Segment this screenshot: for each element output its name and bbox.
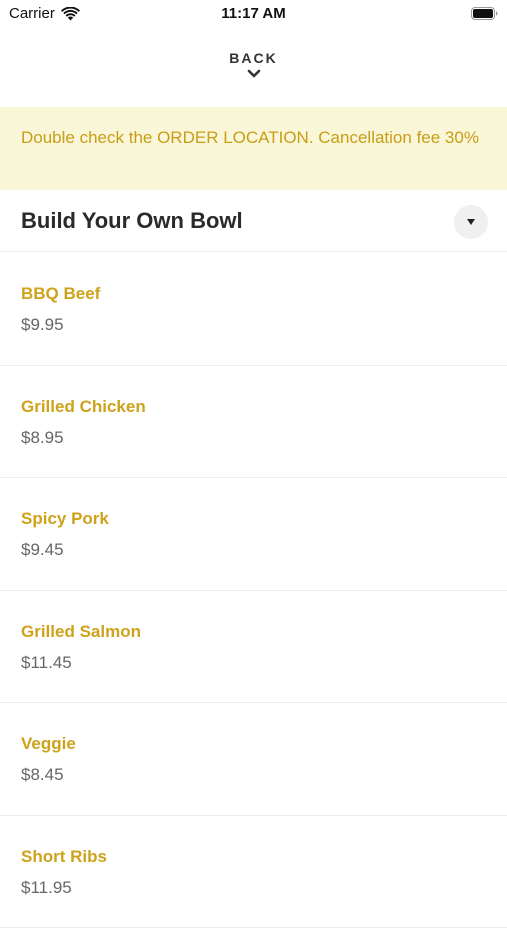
menu-item[interactable]: BBQ Beef $9.95: [0, 253, 507, 366]
menu-item[interactable]: Short Ribs $11.95: [0, 816, 507, 928]
back-label: BACK: [0, 50, 507, 66]
menu-item-price: $9.95: [21, 315, 486, 335]
menu-item-name: BBQ Beef: [21, 284, 486, 304]
caret-down-icon: [467, 219, 475, 225]
back-button[interactable]: BACK: [0, 48, 507, 92]
menu-item-name: Veggie: [21, 734, 486, 754]
notice-text: Double check the ORDER LOCATION. Cancell…: [21, 128, 479, 147]
menu-item-price: $11.95: [21, 878, 486, 898]
category-dropdown-button[interactable]: [454, 205, 488, 239]
menu-item[interactable]: Veggie $8.45: [0, 703, 507, 816]
status-bar: Carrier 11:17 AM: [0, 0, 507, 30]
menu-item-name: Grilled Salmon: [21, 622, 486, 642]
status-time: 11:17 AM: [0, 5, 507, 22]
menu-item-price: $9.45: [21, 540, 486, 560]
menu-item[interactable]: Grilled Chicken $8.95: [0, 366, 507, 479]
battery-icon: [471, 7, 498, 20]
menu-item[interactable]: Grilled Salmon $11.45: [0, 591, 507, 704]
notice-banner: Double check the ORDER LOCATION. Cancell…: [0, 107, 507, 190]
category-header: Build Your Own Bowl: [0, 190, 507, 252]
menu-item-name: Spicy Pork: [21, 509, 486, 529]
menu-item-name: Short Ribs: [21, 847, 486, 867]
menu-item-price: $8.45: [21, 765, 486, 785]
menu-item-price: $11.45: [21, 653, 486, 673]
menu-item-list: BBQ Beef $9.95 Grilled Chicken $8.95 Spi…: [0, 253, 507, 928]
chevron-down-icon: [247, 69, 261, 79]
menu-item-price: $8.95: [21, 428, 486, 448]
menu-item[interactable]: Spicy Pork $9.45: [0, 478, 507, 591]
category-title: Build Your Own Bowl: [21, 208, 243, 234]
menu-item-name: Grilled Chicken: [21, 397, 486, 417]
